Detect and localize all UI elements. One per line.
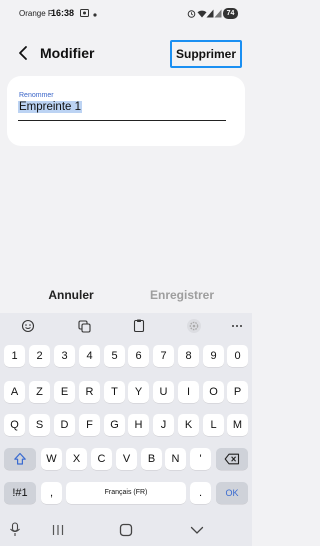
clipboard-icon[interactable] [130,318,148,334]
home-icon[interactable] [117,522,135,538]
key-o[interactable]: O [203,381,224,403]
key-z[interactable]: Z [29,381,50,403]
dot-icon [93,11,97,19]
status-bar: Orange F 16:38 74 [0,0,252,24]
key-apostrophe[interactable]: ' [190,448,211,470]
key-l[interactable]: L [203,414,224,436]
key-u[interactable]: U [153,381,174,403]
key-f[interactable]: F [79,414,100,436]
clock: 16:38 [51,8,75,18]
key-b[interactable]: B [141,448,162,470]
backspace-key[interactable] [216,448,248,470]
key-9[interactable]: 9 [203,345,224,367]
key-p[interactable]: P [227,381,248,403]
save-button[interactable]: Enregistrer [144,288,220,302]
key-s[interactable]: S [29,414,50,436]
back-chevron-icon[interactable] [188,522,206,538]
chevron-left-icon [19,46,27,60]
key-x[interactable]: X [66,448,87,470]
battery-icon: 74 [223,8,238,19]
key-0[interactable]: 0 [227,345,248,367]
key-t[interactable]: T [104,381,125,403]
signal-icon [206,9,214,20]
key-1[interactable]: 1 [4,345,25,367]
cancel-button[interactable]: Annuler [38,288,104,302]
page-title: Modifier [40,45,95,61]
recents-icon[interactable] [49,522,67,538]
shift-icon [14,452,26,465]
key-k[interactable]: K [178,414,199,436]
key-y[interactable]: Y [128,381,149,403]
rename-input-value: Empreinte 1 [18,101,83,113]
sticker-icon[interactable] [75,318,93,334]
key-2[interactable]: 2 [29,345,50,367]
navigation-bar [0,513,252,546]
delete-button[interactable]: Supprimer [170,40,242,68]
keyboard: 1 2 3 4 5 6 7 8 9 0 A Z E R T Y U I O P … [0,313,252,513]
key-h[interactable]: H [128,414,149,436]
key-j[interactable]: J [153,414,174,436]
key-n[interactable]: N [165,448,186,470]
key-v[interactable]: V [116,448,137,470]
key-q[interactable]: Q [4,414,25,436]
key-e[interactable]: E [54,381,75,403]
key-6[interactable]: 6 [128,345,149,367]
more-icon[interactable] [228,318,246,334]
rename-input[interactable]: Empreinte 1 [18,100,226,121]
period-key[interactable]: . [190,482,211,504]
key-m[interactable]: M [227,414,248,436]
key-5[interactable]: 5 [104,345,125,367]
backspace-icon [224,453,240,465]
back-button[interactable] [14,41,34,65]
comma-key[interactable]: , [41,482,62,504]
key-d[interactable]: D [54,414,75,436]
ok-key[interactable]: OK [216,482,248,504]
signal-icon-2 [214,9,222,20]
settings-icon[interactable] [185,318,203,334]
keyboard-hide-icon[interactable] [6,522,24,538]
key-7[interactable]: 7 [153,345,174,367]
alarm-icon [187,9,196,20]
screenshot-icon [80,9,89,19]
emoji-icon[interactable] [19,318,37,334]
key-a[interactable]: A [4,381,25,403]
space-key[interactable]: Français (FR) [66,482,186,504]
key-w[interactable]: W [41,448,62,470]
key-r[interactable]: R [79,381,100,403]
shift-key[interactable] [4,448,36,470]
carrier-name: Orange F [19,9,53,18]
key-i[interactable]: I [178,381,199,403]
key-g[interactable]: G [104,414,125,436]
symbols-key[interactable]: !#1 [4,482,36,504]
key-8[interactable]: 8 [178,345,199,367]
rename-label: Renommer [19,92,54,99]
key-3[interactable]: 3 [54,345,75,367]
key-c[interactable]: C [91,448,112,470]
key-4[interactable]: 4 [79,345,100,367]
